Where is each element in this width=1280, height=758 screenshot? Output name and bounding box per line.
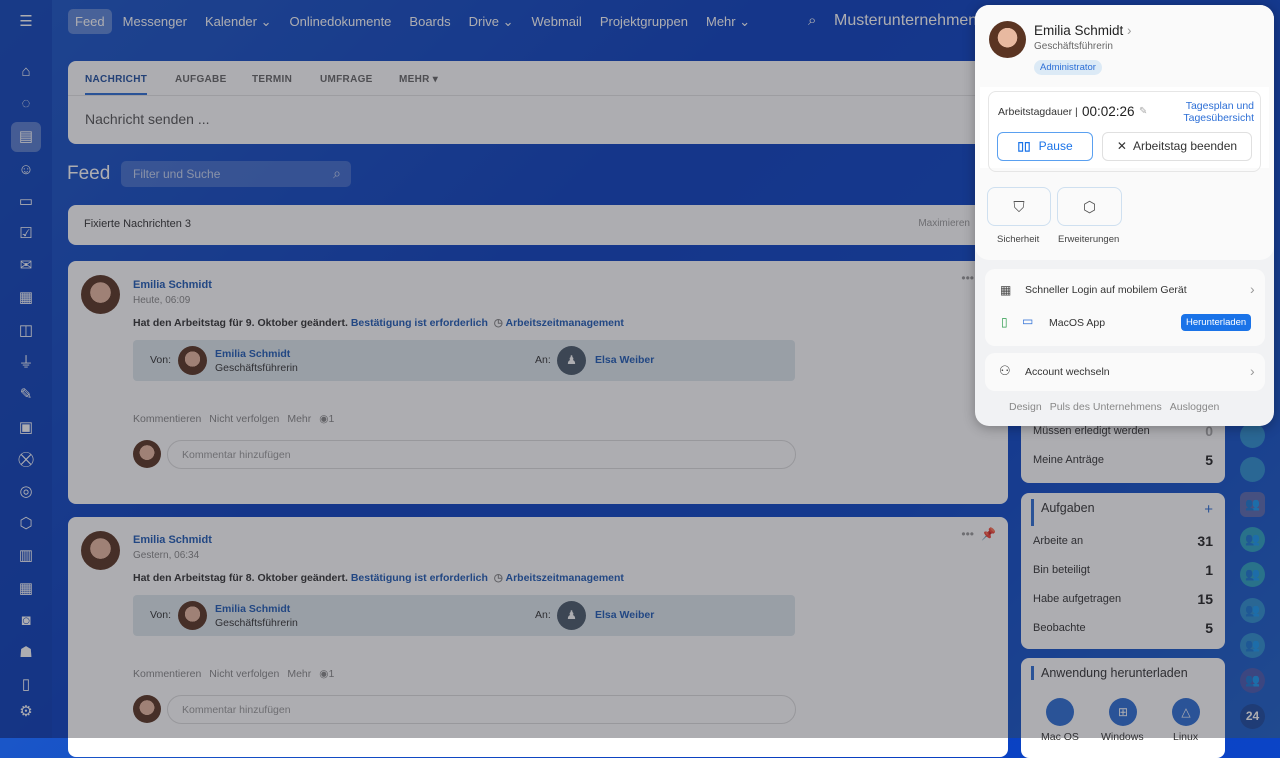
admin-badge: Administrator xyxy=(1034,60,1102,75)
pause-icon: ▯▯ xyxy=(1017,139,1031,153)
switch-account-row[interactable]: ⚇ Account wechseln › xyxy=(985,353,1265,391)
quick-login-link[interactable]: Schneller Login auf mobilem Gerät xyxy=(1025,284,1187,296)
end-workday-button[interactable]: ✕ Arbeitstag beenden xyxy=(1102,132,1252,161)
extensions-label[interactable]: Erweiterungen xyxy=(1058,234,1119,245)
profile-name[interactable]: Emilia Schmidt › xyxy=(1034,23,1132,38)
chevron-right-icon[interactable]: › xyxy=(1250,281,1255,297)
logout-link[interactable]: Ausloggen xyxy=(1170,401,1220,413)
profile-role: Geschäftsführerin xyxy=(1034,41,1113,52)
macos-app-label: MacOS App xyxy=(1049,317,1106,329)
pulse-link[interactable]: Puls des Unternehmens xyxy=(1050,401,1162,413)
day-plan-link[interactable]: Tagesplan und Tagesübersicht xyxy=(1176,100,1254,124)
close-icon: ✕ xyxy=(1116,139,1127,153)
profile-popup: Emilia Schmidt › Geschäftsführerin Admin… xyxy=(975,5,1274,426)
workday-time: 00:02:26 xyxy=(1082,104,1135,119)
chevron-right-icon: › xyxy=(1250,363,1255,379)
qr-icon: ▦ xyxy=(1000,283,1012,297)
pause-label: Pause xyxy=(1038,139,1073,153)
workday-label: Arbeitstagdauer | xyxy=(998,106,1078,118)
edit-pencil-icon[interactable]: ✎ xyxy=(1139,106,1147,117)
chevron-right-icon: › xyxy=(1127,23,1132,38)
end-workday-label: Arbeitstag beenden xyxy=(1132,139,1238,153)
account-switch-icon: ⚇ xyxy=(999,363,1011,378)
download-button[interactable]: Herunterladen xyxy=(1181,314,1252,331)
shield-icon[interactable]: ⛉ xyxy=(987,187,1051,226)
workday-highlight: Arbeitstagdauer | 00:02:26 ✎ Tagesplan u… xyxy=(980,87,1269,172)
security-label[interactable]: Sicherheit xyxy=(997,234,1039,245)
desktop-icon: ▭ xyxy=(1022,314,1034,328)
mobile-icon: ▯ xyxy=(1001,315,1008,329)
switch-account-label: Account wechseln xyxy=(1025,366,1110,378)
profile-avatar[interactable] xyxy=(989,21,1026,58)
profile-name-text: Emilia Schmidt xyxy=(1034,23,1124,38)
apps-card: ▦ Schneller Login auf mobilem Gerät › ▯ … xyxy=(985,269,1265,346)
pause-button[interactable]: ▯▯ Pause xyxy=(997,132,1093,161)
design-link[interactable]: Design xyxy=(1009,401,1042,413)
package-icon[interactable]: ⬡ xyxy=(1057,187,1122,226)
